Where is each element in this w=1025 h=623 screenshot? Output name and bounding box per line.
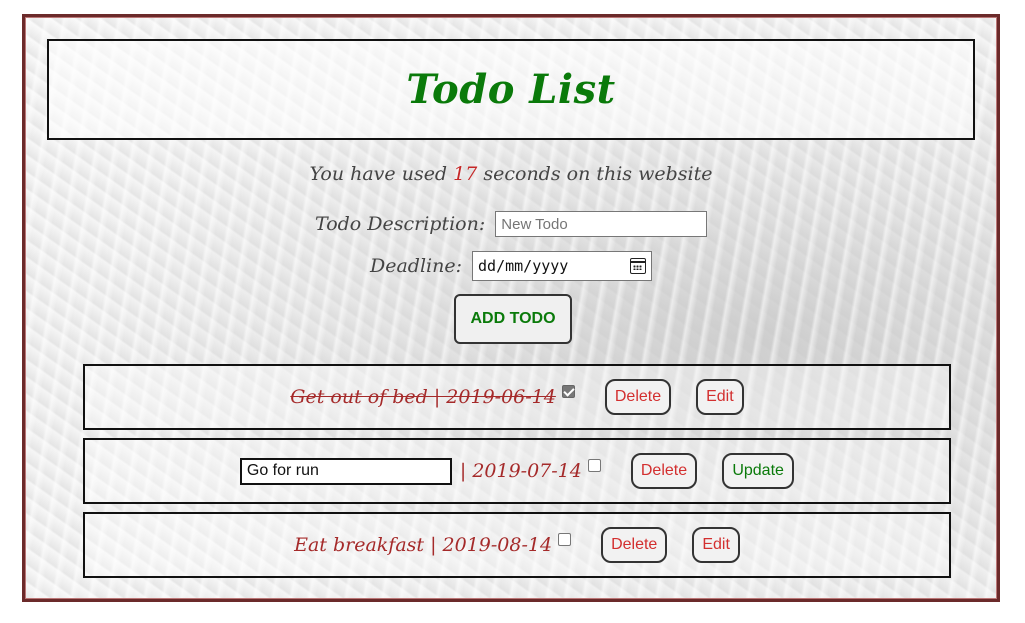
todo-text: Get out of bed | 2019-06-14 (290, 386, 556, 408)
deadline-date-value: dd/mm/yyyy (478, 257, 569, 275)
usage-timer: You have used 17 seconds on this website (25, 163, 997, 185)
delete-button[interactable]: Delete (604, 379, 672, 415)
todo-complete-checkbox[interactable] (558, 532, 572, 546)
edit-button[interactable]: Edit (696, 379, 744, 415)
todo-text: Eat breakfast | 2019-08-14 (294, 534, 553, 556)
timer-prefix: You have used (309, 163, 454, 185)
delete-button[interactable]: Delete (601, 527, 668, 563)
todo-item-editing: | 2019-07-14 Delete Update (83, 438, 951, 504)
timer-count: 17 (453, 163, 478, 185)
add-todo-button[interactable]: ADD TODO (454, 294, 572, 344)
timer-suffix: seconds on this website (477, 163, 713, 185)
description-row: Todo Description: (315, 211, 708, 237)
deadline-date-input[interactable]: dd/mm/yyyy (472, 251, 653, 281)
todo-complete-checkbox[interactable] (561, 384, 575, 398)
page-title: Todo List (406, 66, 616, 113)
delete-button[interactable]: Delete (630, 453, 698, 489)
calendar-icon[interactable] (630, 258, 647, 274)
app-frame: Todo List You have used 17 seconds on th… (22, 14, 1000, 602)
deadline-row: Deadline: dd/mm/yyyy (370, 251, 653, 281)
update-button[interactable]: Update (722, 453, 795, 489)
edit-button[interactable]: Edit (692, 527, 740, 563)
todo-item: Get out of bed | 2019-06-14 Delete Edit (83, 364, 951, 430)
todo-complete-checkbox[interactable] (587, 458, 601, 472)
todo-edit-input[interactable] (239, 457, 452, 485)
header-box: Todo List (47, 39, 975, 140)
todo-item: Eat breakfast | 2019-08-14 Delete Edit (83, 512, 951, 578)
description-input[interactable] (495, 211, 708, 237)
todo-deadline: | 2019-07-14 (459, 460, 582, 482)
description-label: Todo Description: (315, 213, 486, 235)
deadline-label: Deadline: (370, 255, 463, 277)
